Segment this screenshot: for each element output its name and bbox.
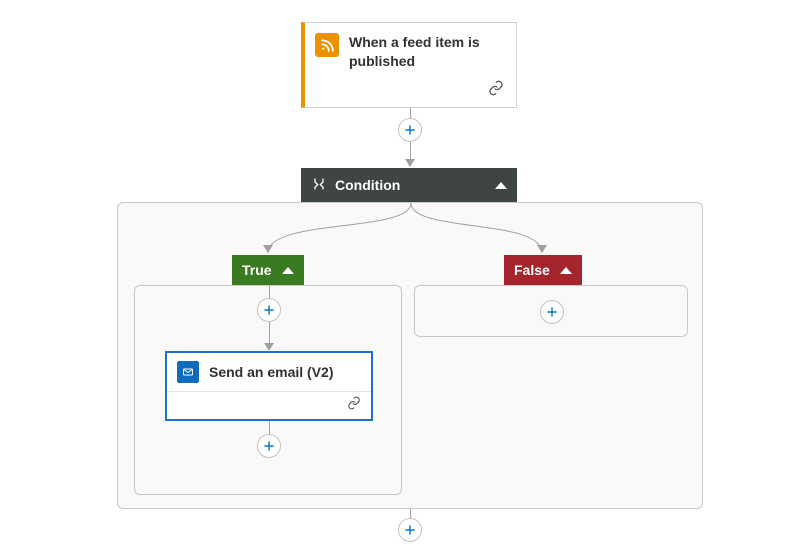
chevron-up-icon <box>495 182 507 189</box>
branch-box-false <box>414 285 688 337</box>
branch-chip-true[interactable]: True <box>232 255 304 285</box>
flow-canvas: When a feed item is published Condition <box>0 0 800 550</box>
branch-box-true: Send an email (V2) <box>134 285 402 495</box>
connector-line <box>269 421 270 435</box>
connector-line <box>410 142 411 160</box>
add-step-button[interactable] <box>257 434 281 458</box>
trigger-title: When a feed item is published <box>349 33 504 71</box>
add-step-button[interactable] <box>398 518 422 542</box>
chevron-up-icon <box>282 267 294 274</box>
rss-icon <box>315 33 339 57</box>
action-card-send-email[interactable]: Send an email (V2) <box>165 351 373 421</box>
outlook-icon <box>177 361 199 383</box>
trigger-card[interactable]: When a feed item is published <box>301 22 517 108</box>
condition-container: True False <box>117 202 703 509</box>
branch-false-label: False <box>514 262 550 278</box>
add-step-button[interactable] <box>398 118 422 142</box>
link-icon <box>347 396 361 413</box>
action-title: Send an email (V2) <box>209 364 333 380</box>
link-icon <box>488 80 504 99</box>
arrow-head-icon <box>405 159 415 167</box>
arrow-head-icon <box>264 343 274 351</box>
chevron-up-icon <box>560 267 572 274</box>
connector-line <box>269 322 270 344</box>
condition-title: Condition <box>335 177 495 193</box>
add-step-button[interactable] <box>540 300 564 324</box>
branch-chip-false[interactable]: False <box>504 255 582 285</box>
branch-connector <box>118 203 704 283</box>
branch-true-label: True <box>242 262 272 278</box>
add-step-button[interactable] <box>257 298 281 322</box>
condition-header[interactable]: Condition <box>301 168 517 202</box>
condition-icon <box>311 176 327 195</box>
